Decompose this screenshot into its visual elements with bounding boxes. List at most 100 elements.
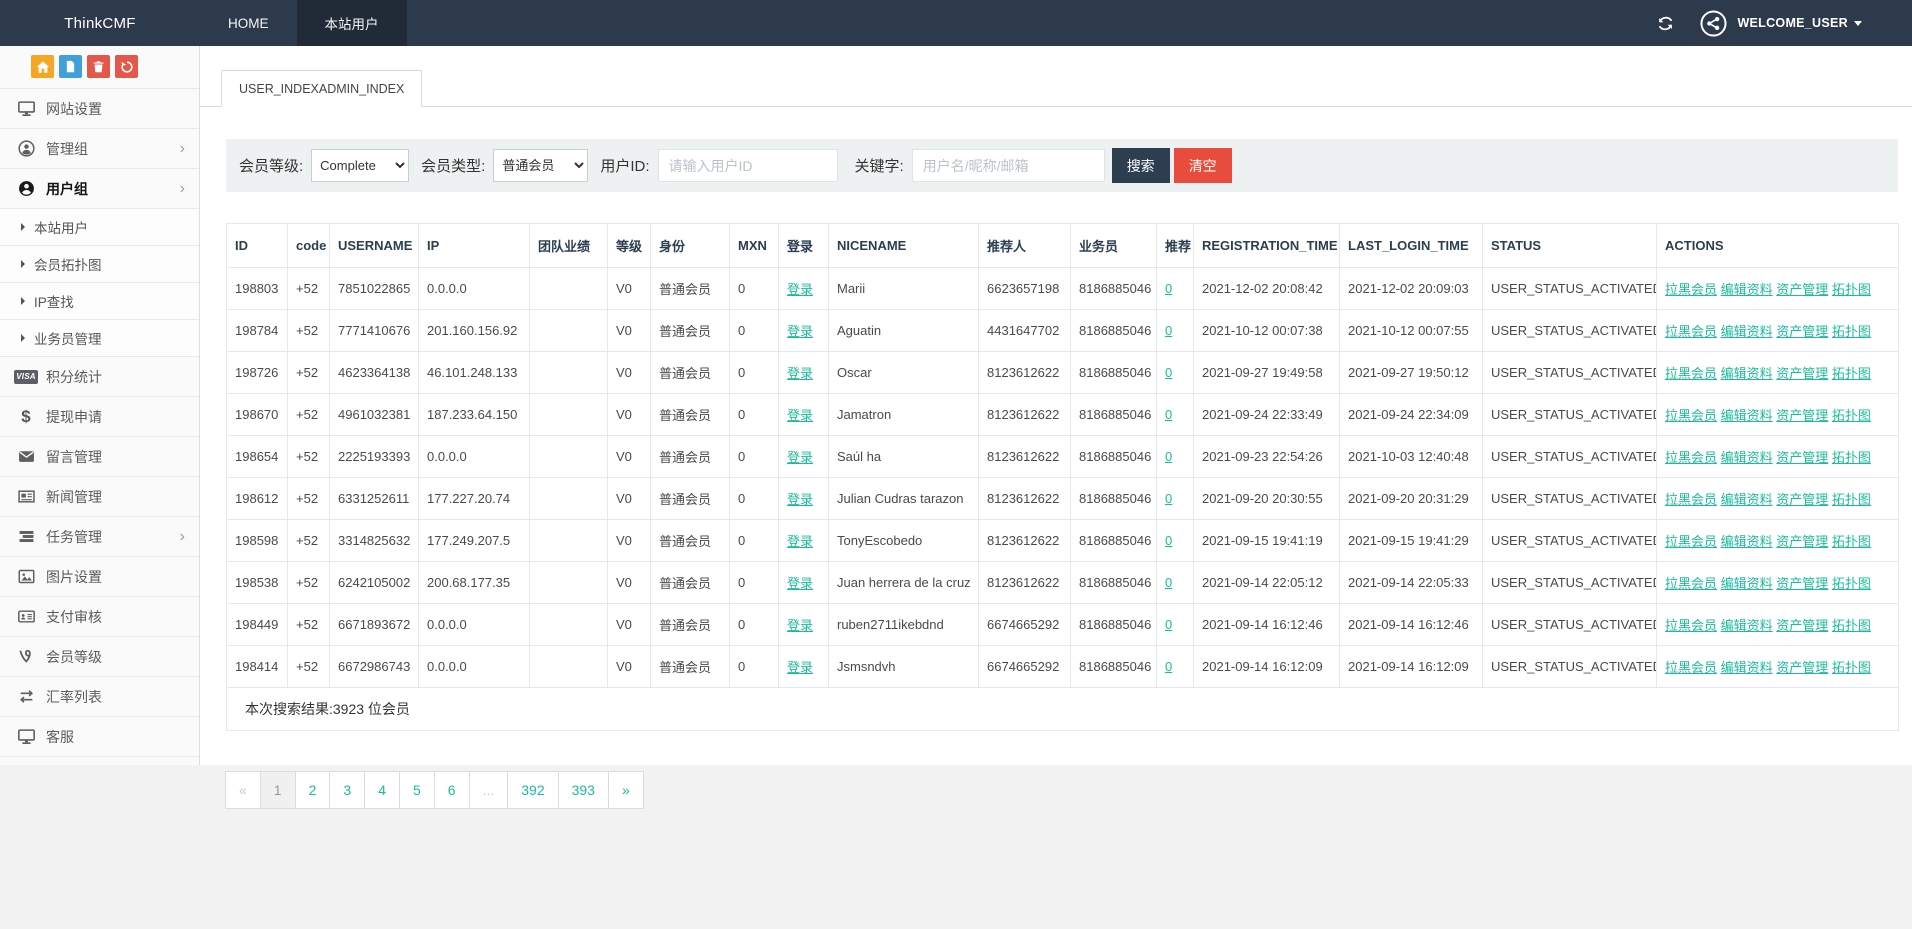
action-link[interactable]: 资产管理: [1776, 366, 1828, 381]
login-link[interactable]: 登录: [787, 366, 813, 381]
action-link[interactable]: 拓扑图: [1832, 450, 1871, 465]
sidebar-item[interactable]: VISA积分统计: [0, 357, 199, 397]
page-button[interactable]: 6: [434, 771, 470, 809]
sidebar-item[interactable]: 会员等级: [0, 637, 199, 677]
action-link[interactable]: 拉黑会员: [1665, 660, 1717, 675]
tab-user-index[interactable]: USER_INDEXADMIN_INDEX: [221, 70, 422, 107]
sidebar-item[interactable]: $提现申请: [0, 397, 199, 437]
sidebar-item[interactable]: 业务员管理: [0, 320, 199, 357]
action-link[interactable]: 拉黑会员: [1665, 324, 1717, 339]
sidebar-item[interactable]: 新闻管理: [0, 477, 199, 517]
action-link[interactable]: 拉黑会员: [1665, 282, 1717, 297]
action-link[interactable]: 资产管理: [1776, 534, 1828, 549]
action-link[interactable]: 资产管理: [1776, 408, 1828, 423]
action-link[interactable]: 拉黑会员: [1665, 534, 1717, 549]
nav-site-users[interactable]: 本站用户: [297, 0, 407, 46]
home-button[interactable]: [31, 55, 54, 78]
page-button[interactable]: 4: [364, 771, 400, 809]
action-link[interactable]: 拓扑图: [1832, 408, 1871, 423]
sidebar-item[interactable]: 客服: [0, 717, 199, 757]
page-button[interactable]: 2: [295, 771, 331, 809]
action-link[interactable]: 资产管理: [1776, 576, 1828, 591]
action-link[interactable]: 资产管理: [1776, 450, 1828, 465]
referral-link[interactable]: 0: [1165, 533, 1172, 548]
action-link[interactable]: 资产管理: [1776, 324, 1828, 339]
login-link[interactable]: 登录: [787, 282, 813, 297]
action-link[interactable]: 拓扑图: [1832, 492, 1871, 507]
sidebar-item[interactable]: 图片设置: [0, 557, 199, 597]
refresh-icon[interactable]: [1657, 15, 1674, 32]
action-link[interactable]: 拉黑会员: [1665, 618, 1717, 633]
action-link[interactable]: 编辑资料: [1721, 576, 1773, 591]
user-id-input[interactable]: [658, 149, 838, 182]
file-button[interactable]: [59, 55, 82, 78]
trash-button[interactable]: [87, 55, 110, 78]
referral-link[interactable]: 0: [1165, 617, 1172, 632]
login-link[interactable]: 登录: [787, 618, 813, 633]
sidebar-item[interactable]: 支付审核: [0, 597, 199, 637]
login-link[interactable]: 登录: [787, 324, 813, 339]
sidebar-item[interactable]: 管理组›: [0, 129, 199, 169]
action-link[interactable]: 资产管理: [1776, 660, 1828, 675]
action-link[interactable]: 编辑资料: [1721, 618, 1773, 633]
action-link[interactable]: 拓扑图: [1832, 324, 1871, 339]
sidebar-item[interactable]: 用户组›: [0, 169, 199, 209]
avatar[interactable]: [1700, 10, 1727, 37]
referral-link[interactable]: 0: [1165, 407, 1172, 422]
login-link[interactable]: 登录: [787, 534, 813, 549]
action-link[interactable]: 拉黑会员: [1665, 576, 1717, 591]
action-link[interactable]: 资产管理: [1776, 618, 1828, 633]
sidebar-item[interactable]: 汇率列表: [0, 677, 199, 717]
referral-link[interactable]: 0: [1165, 365, 1172, 380]
clear-button[interactable]: 清空: [1174, 148, 1232, 183]
page-button[interactable]: 3: [329, 771, 365, 809]
action-link[interactable]: 编辑资料: [1721, 282, 1773, 297]
page-button[interactable]: 393: [558, 771, 609, 809]
login-link[interactable]: 登录: [787, 408, 813, 423]
sidebar-item[interactable]: IP查找: [0, 283, 199, 320]
sidebar-item[interactable]: 会员拓扑图: [0, 246, 199, 283]
page-button[interactable]: »: [608, 771, 644, 809]
sidebar-item[interactable]: 留言管理: [0, 437, 199, 477]
user-menu[interactable]: WELCOME_USER: [1737, 16, 1862, 30]
referral-link[interactable]: 0: [1165, 449, 1172, 464]
action-link[interactable]: 拉黑会员: [1665, 408, 1717, 423]
page-button[interactable]: 392: [507, 771, 558, 809]
action-link[interactable]: 资产管理: [1776, 282, 1828, 297]
action-link[interactable]: 拉黑会员: [1665, 366, 1717, 381]
sidebar-item[interactable]: 任务管理›: [0, 517, 199, 557]
page-button[interactable]: 5: [399, 771, 435, 809]
referral-link[interactable]: 0: [1165, 491, 1172, 506]
action-link[interactable]: 拉黑会员: [1665, 450, 1717, 465]
action-link[interactable]: 编辑资料: [1721, 534, 1773, 549]
sidebar-item[interactable]: 本站用户: [0, 209, 199, 246]
action-link[interactable]: 拉黑会员: [1665, 492, 1717, 507]
member-type-select[interactable]: 普通会员: [493, 149, 588, 182]
action-link[interactable]: 编辑资料: [1721, 408, 1773, 423]
clear-cache-button[interactable]: [115, 55, 138, 78]
action-link[interactable]: 拓扑图: [1832, 282, 1871, 297]
sidebar-item[interactable]: 网站设置: [0, 89, 199, 129]
login-link[interactable]: 登录: [787, 492, 813, 507]
referral-link[interactable]: 0: [1165, 659, 1172, 674]
action-link[interactable]: 编辑资料: [1721, 492, 1773, 507]
action-link[interactable]: 资产管理: [1776, 492, 1828, 507]
action-link[interactable]: 拓扑图: [1832, 660, 1871, 675]
referral-link[interactable]: 0: [1165, 323, 1172, 338]
action-link[interactable]: 编辑资料: [1721, 660, 1773, 675]
referral-link[interactable]: 0: [1165, 281, 1172, 296]
app-brand[interactable]: ThinkCMF: [0, 0, 200, 46]
action-link[interactable]: 编辑资料: [1721, 366, 1773, 381]
action-link[interactable]: 编辑资料: [1721, 450, 1773, 465]
action-link[interactable]: 拓扑图: [1832, 618, 1871, 633]
action-link[interactable]: 拓扑图: [1832, 534, 1871, 549]
referral-link[interactable]: 0: [1165, 575, 1172, 590]
page-button-current[interactable]: 1: [260, 771, 296, 809]
login-link[interactable]: 登录: [787, 576, 813, 591]
login-link[interactable]: 登录: [787, 660, 813, 675]
search-button[interactable]: 搜索: [1112, 148, 1170, 183]
action-link[interactable]: 编辑资料: [1721, 324, 1773, 339]
keyword-input[interactable]: [912, 149, 1105, 182]
member-level-select[interactable]: Complete: [311, 149, 409, 182]
login-link[interactable]: 登录: [787, 450, 813, 465]
